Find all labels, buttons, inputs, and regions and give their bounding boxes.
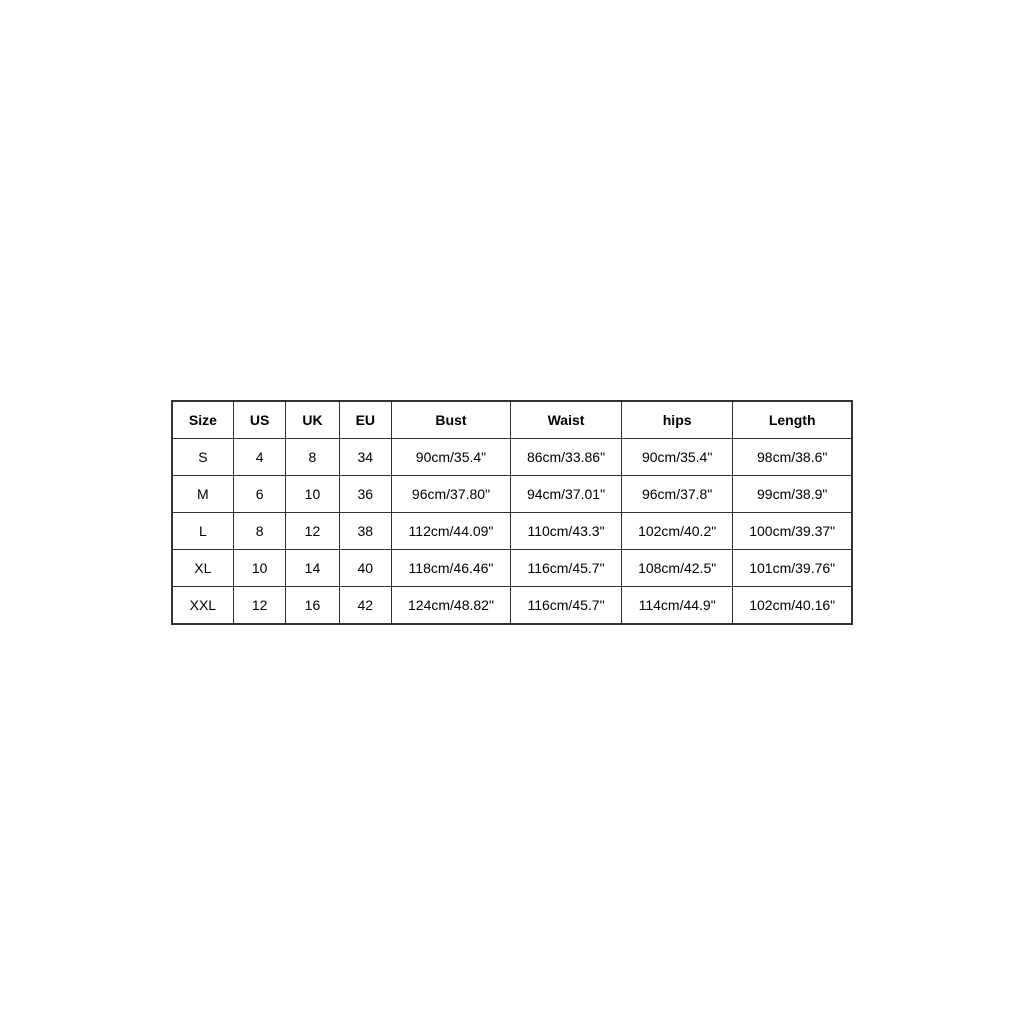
column-header-waist: Waist [510,401,621,439]
table-cell-3-3: 40 [339,549,391,586]
table-cell-2-4: 112cm/44.09" [392,512,511,549]
table-cell-0-4: 90cm/35.4" [392,438,511,475]
table-cell-3-1: 10 [233,549,285,586]
table-cell-4-1: 12 [233,586,285,624]
table-cell-2-6: 102cm/40.2" [622,512,733,549]
table-cell-0-0: S [172,438,234,475]
table-cell-2-2: 12 [286,512,339,549]
table-cell-1-7: 99cm/38.9" [733,475,852,512]
table-cell-4-7: 102cm/40.16" [733,586,852,624]
column-header-size: Size [172,401,234,439]
column-header-hips: hips [622,401,733,439]
table-cell-4-3: 42 [339,586,391,624]
column-header-us: US [233,401,285,439]
column-header-length: Length [733,401,852,439]
table-cell-1-1: 6 [233,475,285,512]
table-cell-3-7: 101cm/39.76" [733,549,852,586]
table-cell-2-1: 8 [233,512,285,549]
table-header: SizeUSUKEUBustWaisthipsLength [172,401,852,439]
column-header-eu: EU [339,401,391,439]
table-row: S483490cm/35.4"86cm/33.86"90cm/35.4"98cm… [172,438,852,475]
table-cell-3-2: 14 [286,549,339,586]
table-cell-4-4: 124cm/48.82" [392,586,511,624]
table-cell-1-2: 10 [286,475,339,512]
table-body: S483490cm/35.4"86cm/33.86"90cm/35.4"98cm… [172,438,852,624]
table-cell-0-3: 34 [339,438,391,475]
size-chart-table: SizeUSUKEUBustWaisthipsLength S483490cm/… [171,400,853,625]
table-row: M6103696cm/37.80"94cm/37.01"96cm/37.8"99… [172,475,852,512]
table-cell-4-2: 16 [286,586,339,624]
table-cell-4-0: XXL [172,586,234,624]
table-row: XXL121642124cm/48.82"116cm/45.7"114cm/44… [172,586,852,624]
table-cell-3-5: 116cm/45.7" [510,549,621,586]
table-cell-0-1: 4 [233,438,285,475]
table-cell-1-0: M [172,475,234,512]
table-cell-1-4: 96cm/37.80" [392,475,511,512]
table-cell-2-3: 38 [339,512,391,549]
table-row: XL101440118cm/46.46"116cm/45.7"108cm/42.… [172,549,852,586]
header-row: SizeUSUKEUBustWaisthipsLength [172,401,852,439]
table-cell-1-5: 94cm/37.01" [510,475,621,512]
table-cell-2-0: L [172,512,234,549]
table-cell-3-6: 108cm/42.5" [622,549,733,586]
table-cell-1-6: 96cm/37.8" [622,475,733,512]
table-cell-4-5: 116cm/45.7" [510,586,621,624]
table-cell-0-2: 8 [286,438,339,475]
table-cell-0-6: 90cm/35.4" [622,438,733,475]
table-cell-0-5: 86cm/33.86" [510,438,621,475]
table-cell-2-5: 110cm/43.3" [510,512,621,549]
table-cell-1-3: 36 [339,475,391,512]
table-cell-4-6: 114cm/44.9" [622,586,733,624]
table-cell-0-7: 98cm/38.6" [733,438,852,475]
table-cell-3-0: XL [172,549,234,586]
column-header-uk: UK [286,401,339,439]
table-cell-2-7: 100cm/39.37" [733,512,852,549]
table-cell-3-4: 118cm/46.46" [392,549,511,586]
column-header-bust: Bust [392,401,511,439]
size-chart-container: SizeUSUKEUBustWaisthipsLength S483490cm/… [0,0,1024,1024]
table-row: L81238112cm/44.09"110cm/43.3"102cm/40.2"… [172,512,852,549]
